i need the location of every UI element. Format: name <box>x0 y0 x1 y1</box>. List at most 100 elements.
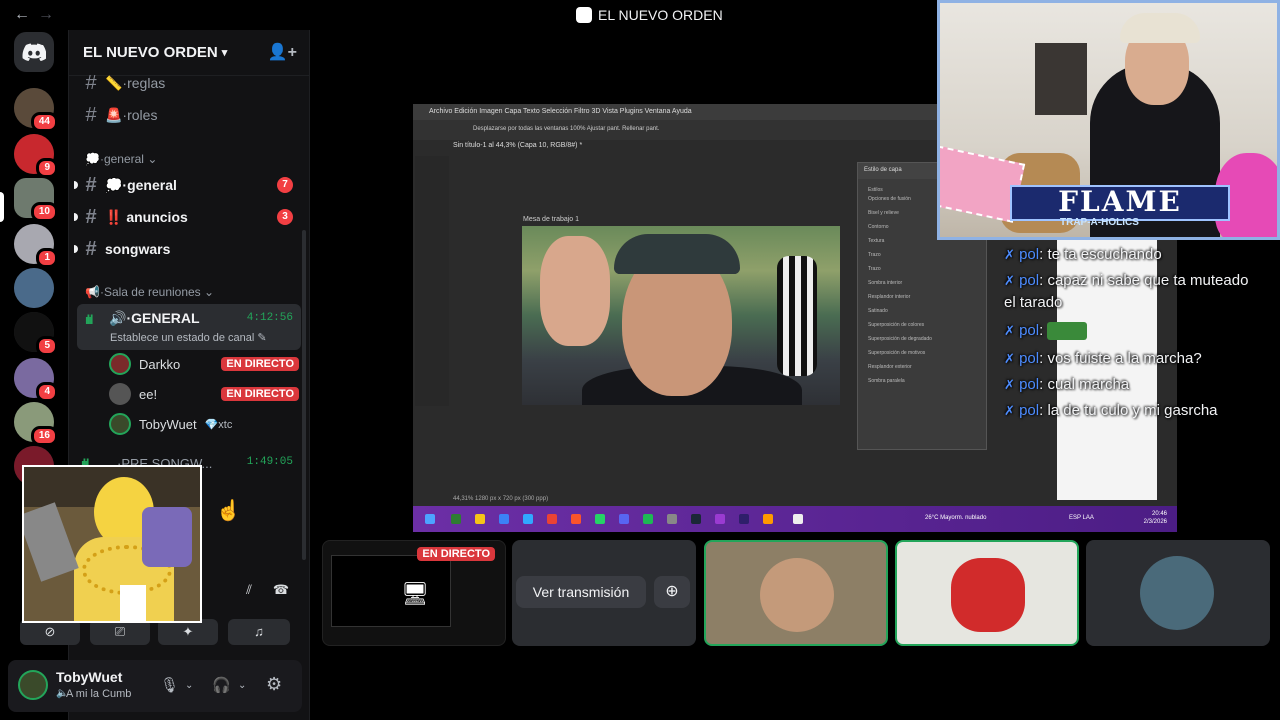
chat-message: ✗ pol: capaz ni sabe que ta muteado <box>1004 272 1249 289</box>
channel-anuncios[interactable]: # ‼️ anuncios 3 <box>74 202 301 232</box>
flame-banner: FLAME <box>1010 185 1230 221</box>
live-badge: EN DIRECTO <box>221 357 299 371</box>
voice-user-ee[interactable]: ee! EN DIRECTO <box>109 380 299 408</box>
participant-tile[interactable] <box>1086 540 1270 646</box>
participant-tiles: 🖥 EN DIRECTO Ver transmisión ⊕ <box>322 540 1280 646</box>
ps-status-bar: 44,31% 1280 px x 720 px (300 ppp) <box>453 496 549 502</box>
chevron-down-icon: ⌄ <box>147 152 158 166</box>
avatar <box>109 383 131 405</box>
voice-timer: 4:12:56 <box>246 312 293 324</box>
server-icon[interactable]: 10 <box>14 178 58 222</box>
ps-toolbar <box>415 156 449 406</box>
voice-timer: 1:49:05 <box>246 456 293 468</box>
gun <box>24 502 79 582</box>
sword-icon: ✗ <box>1004 247 1015 262</box>
user-tag: 💎xtc <box>204 418 233 431</box>
live-badge: EN DIRECTO <box>221 387 299 401</box>
server-icon <box>576 7 592 23</box>
chevron-down-icon[interactable]: ⌄ <box>185 680 193 691</box>
forward-arrow-icon[interactable]: → <box>38 6 54 24</box>
popout-icon[interactable]: ⊕ <box>654 576 690 608</box>
disconnect-icon[interactable]: ☎ <box>258 577 304 603</box>
server-icon[interactable]: 4 <box>14 358 58 402</box>
category-sala-de-reuniones[interactable]: 📢·Sala de reuniones ⌄ <box>85 285 214 299</box>
stream-tile[interactable]: 🖥 EN DIRECTO <box>322 540 506 646</box>
photoshop-icon <box>523 514 533 524</box>
taskbar-clock: 20:46 2/3/2026 <box>1143 511 1167 525</box>
cursor-icon: ☝ <box>216 500 241 522</box>
app-icon <box>499 514 509 524</box>
channel-songwars[interactable]: # songwars <box>74 234 301 264</box>
participant-tile[interactable] <box>895 540 1079 646</box>
user-panel: TobyWuet 🔈 A mi la Cumb 🎙 ⌄ 🎧 ⌄ ⚙ <box>8 660 302 712</box>
steam-icon <box>691 514 701 524</box>
emote-image <box>1047 322 1088 341</box>
stream-tile[interactable]: Ver transmisión ⊕ <box>512 540 696 646</box>
server-icon[interactable] <box>14 268 54 308</box>
illustrator-icon <box>763 514 773 524</box>
back-arrow-icon[interactable]: ← <box>14 6 30 24</box>
forum-icon: # <box>85 237 97 260</box>
server-icon[interactable]: 9 <box>14 134 58 178</box>
channel-status[interactable]: Establece un estado de canal ✎ <box>110 331 267 344</box>
voice-user-tobywuet[interactable]: TobyWuet 💎xtc <box>109 410 299 438</box>
chat-message: ✗ pol: <box>1004 322 1088 341</box>
windows-start-icon <box>425 514 435 524</box>
chat-message: ✗ pol: la de tu culo y mi gasrcha <box>1004 402 1218 419</box>
live-badge: EN DIRECTO <box>417 547 495 561</box>
brave-icon <box>571 514 581 524</box>
voice-channel-general[interactable]: ılıl 🔊·GENERAL 4:12:56 Establece un esta… <box>77 304 301 350</box>
server-icon[interactable]: 1 <box>14 224 58 268</box>
hash-icon: # <box>85 71 97 94</box>
chat-message: ✗ pol: vos fuiste a la marcha? <box>1004 350 1202 367</box>
stream-chat-overlay: ✗ pol: te ta escuchando ✗ pol: capaz ni … <box>1000 232 1280 432</box>
avatar <box>109 353 131 375</box>
ps-artboard-label: Mesa de trabajo 1 <box>523 216 580 223</box>
avatar <box>1140 556 1214 630</box>
wall-poster <box>1035 43 1087 115</box>
voice-user-darkko[interactable]: Darkko EN DIRECTO <box>109 350 299 378</box>
headphones-icon[interactable]: 🎧 <box>212 676 231 694</box>
sword-icon: ✗ <box>1004 377 1015 392</box>
premiere-icon <box>715 514 725 524</box>
watch-stream-button[interactable]: Ver transmisión <box>516 576 646 608</box>
server-icon[interactable]: 44 <box>14 88 58 132</box>
avatar <box>951 558 1025 632</box>
channel-roles[interactable]: # 🚨·roles <box>77 100 301 130</box>
hash-icon: # <box>85 173 97 196</box>
ps-document-tab: Sin título-1 al 44,3% (Capa 10, RGB/8#) … <box>453 142 583 149</box>
sidebar-scrollbar[interactable] <box>302 230 306 560</box>
user-avatar[interactable] <box>18 670 48 700</box>
chevron-down-icon[interactable]: ⌄ <box>238 680 246 691</box>
category-general[interactable]: 💭·general ⌄ <box>85 152 157 166</box>
discord-home-icon[interactable] <box>14 32 54 72</box>
server-icon[interactable]: 16 <box>14 402 58 446</box>
avatar <box>760 558 834 632</box>
sword-icon: ✗ <box>1004 323 1015 338</box>
add-member-icon[interactable]: 👤+ <box>268 42 297 62</box>
sword-icon: ✗ <box>1004 403 1015 418</box>
server-icon[interactable]: 5 <box>14 312 58 356</box>
ps-canvas-photo <box>522 226 840 405</box>
soundboard-icon[interactable]: ♫ <box>228 619 290 645</box>
language-indicator: ESP LAA <box>1069 515 1094 521</box>
selected-server-indicator <box>0 192 4 222</box>
participant-tile[interactable] <box>704 540 888 646</box>
chat-message: ✗ pol: cual marcha <box>1004 376 1130 393</box>
voice-channel-name: 🔊·GENERAL <box>109 310 200 326</box>
app-icon <box>793 514 803 524</box>
microphone-icon[interactable]: 🎙 <box>160 676 179 694</box>
channel-reglas[interactable]: # 📏·reglas <box>77 68 301 98</box>
sword-icon: ✗ <box>1004 351 1015 366</box>
flame-subtitle: TRAP-A-HOLICS <box>1060 217 1139 228</box>
chat-message: ✗ pol: te ta escuchando <box>1004 246 1162 263</box>
hash-icon: # <box>85 103 97 126</box>
overlay-cartoon-image <box>22 465 202 623</box>
voice-activity-icon: ılıl <box>85 312 94 327</box>
discord-icon <box>619 514 629 524</box>
gear-icon[interactable]: ⚙ <box>266 674 282 695</box>
chevron-down-icon: ⌄ <box>204 285 215 299</box>
channel-general[interactable]: # 💭·general 7 <box>74 170 301 200</box>
chevron-down-icon: ▾ <box>221 47 228 59</box>
app-icon <box>643 514 653 524</box>
